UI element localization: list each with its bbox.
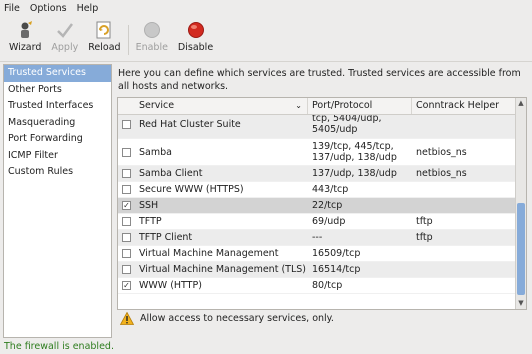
enable-button[interactable]: Enable bbox=[131, 20, 173, 60]
disable-label: Disable bbox=[177, 42, 214, 53]
port-line: 5405/udp bbox=[312, 124, 358, 135]
service-name: Virtual Machine Management (TLS) bbox=[139, 264, 306, 275]
table-header: Service ⌄ Port/Protocol Conntrack Helper bbox=[118, 98, 526, 115]
port-line: 137/udp, 138/udp bbox=[312, 152, 397, 163]
warning-icon bbox=[120, 312, 134, 325]
port-line: 69/udp bbox=[312, 216, 346, 227]
service-checkbox[interactable] bbox=[122, 185, 131, 194]
service-name: Virtual Machine Management bbox=[139, 248, 279, 259]
service-checkbox[interactable] bbox=[122, 217, 131, 226]
service-checkbox[interactable] bbox=[122, 169, 131, 178]
toolbar: Wizard Apply Reload Enable Disable bbox=[0, 16, 532, 62]
disable-button[interactable]: Disable bbox=[173, 20, 218, 60]
service-name: TFTP Client bbox=[139, 232, 193, 243]
column-label-service: Service bbox=[139, 100, 175, 111]
disable-icon bbox=[186, 20, 206, 40]
port-line: 16509/tcp bbox=[312, 248, 361, 259]
sidebar-item-trusted-interfaces[interactable]: Trusted Interfaces bbox=[4, 98, 111, 115]
port-line: 137/udp, 138/udp bbox=[312, 168, 397, 179]
service-checkbox[interactable] bbox=[122, 233, 131, 242]
service-name: Samba bbox=[139, 146, 172, 158]
service-name: SSH bbox=[139, 200, 159, 211]
scrollbar-thumb[interactable] bbox=[517, 203, 525, 295]
main-panel: Here you can define which services are t… bbox=[114, 64, 529, 338]
helper-value: tftp bbox=[416, 232, 433, 243]
table-row[interactable]: Samba Client 137/udp, 138/udp netbios_ns bbox=[118, 166, 526, 182]
port-line: 22/tcp bbox=[312, 200, 343, 211]
sidebar-item-other-ports[interactable]: Other Ports bbox=[4, 82, 111, 99]
sidebar-item-custom-rules[interactable]: Custom Rules bbox=[4, 164, 111, 181]
services-table: Service ⌄ Port/Protocol Conntrack Helper… bbox=[117, 97, 527, 310]
reload-label: Reload bbox=[88, 42, 121, 53]
service-name: TFTP bbox=[139, 216, 162, 227]
sidebar-item-trusted-services[interactable]: Trusted Services bbox=[4, 65, 111, 82]
service-name: Samba Client bbox=[139, 168, 203, 179]
vertical-scrollbar[interactable]: ▲ ▼ bbox=[515, 98, 526, 309]
wizard-label: Wizard bbox=[9, 42, 42, 53]
port-line: --- bbox=[312, 232, 323, 243]
sidebar-item-icmp-filter[interactable]: ICMP Filter bbox=[4, 148, 111, 165]
scroll-down-arrow-icon[interactable]: ▼ bbox=[516, 298, 526, 309]
wizard-icon bbox=[15, 20, 35, 40]
column-header-port[interactable]: Port/Protocol bbox=[308, 98, 412, 114]
service-name: Red Hat Cluster Suite bbox=[139, 118, 241, 130]
sort-chevron-icon: ⌄ bbox=[295, 101, 302, 110]
service-checkbox[interactable] bbox=[122, 119, 131, 129]
helper-value: netbios_ns bbox=[416, 146, 467, 158]
column-header-helper[interactable]: Conntrack Helper bbox=[412, 98, 516, 114]
table-row[interactable]: ✓ WWW (HTTP) 80/tcp bbox=[118, 278, 526, 294]
apply-label: Apply bbox=[51, 42, 79, 53]
checkmark-icon bbox=[55, 20, 75, 40]
service-name: Secure WWW (HTTPS) bbox=[139, 184, 244, 195]
hint-row: Allow access to necessary services, only… bbox=[120, 312, 334, 325]
service-checkbox[interactable] bbox=[122, 249, 131, 258]
sidebar-item-port-forwarding[interactable]: Port Forwarding bbox=[4, 131, 111, 148]
service-checkbox[interactable] bbox=[122, 265, 131, 274]
port-line: tcp, 5404/udp, bbox=[312, 115, 382, 124]
scroll-up-arrow-icon[interactable]: ▲ bbox=[516, 98, 526, 109]
menu-file[interactable]: File bbox=[4, 3, 20, 14]
table-row[interactable]: TFTP Client --- tftp bbox=[118, 230, 526, 246]
service-checkbox[interactable] bbox=[122, 147, 131, 157]
table-row[interactable]: Secure WWW (HTTPS) 443/tcp bbox=[118, 182, 526, 198]
service-checkbox-checked[interactable]: ✓ bbox=[122, 281, 131, 290]
wizard-button[interactable]: Wizard bbox=[4, 20, 46, 60]
table-body: Red Hat Cluster Suite tcp, 5404/udp, 5405… bbox=[118, 115, 526, 309]
table-row[interactable]: Virtual Machine Management 16509/tcp bbox=[118, 246, 526, 262]
hint-text: Allow access to necessary services, only… bbox=[140, 313, 334, 324]
port-line: 139/tcp, 445/tcp, bbox=[312, 141, 394, 152]
enable-label: Enable bbox=[135, 42, 168, 53]
helper-value: tftp bbox=[416, 216, 433, 227]
apply-button[interactable]: Apply bbox=[46, 20, 83, 60]
port-line: 16514/tcp bbox=[312, 264, 361, 275]
description-text: Here you can define which services are t… bbox=[118, 68, 521, 92]
service-name: WWW (HTTP) bbox=[139, 280, 202, 291]
port-line: 80/tcp bbox=[312, 280, 343, 291]
port-line: 443/tcp bbox=[312, 184, 349, 195]
sidebar: Trusted Services Other Ports Trusted Int… bbox=[3, 64, 112, 338]
menu-help[interactable]: Help bbox=[77, 3, 99, 14]
menu-options[interactable]: Options bbox=[30, 3, 67, 14]
column-header-service[interactable]: Service ⌄ bbox=[118, 98, 308, 114]
table-row[interactable]: TFTP 69/udp tftp bbox=[118, 214, 526, 230]
status-bar: The firewall is enabled. bbox=[4, 341, 114, 352]
enable-icon bbox=[142, 20, 162, 40]
table-row[interactable]: Red Hat Cluster Suite tcp, 5404/udp, 5405… bbox=[118, 115, 526, 139]
table-row[interactable]: ✓ SSH 22/tcp bbox=[118, 198, 526, 214]
toolbar-separator bbox=[127, 25, 129, 55]
table-row[interactable]: Virtual Machine Management (TLS) 16514/t… bbox=[118, 262, 526, 278]
service-checkbox-checked[interactable]: ✓ bbox=[122, 201, 131, 210]
reload-button[interactable]: Reload bbox=[83, 20, 125, 60]
menu-bar: File Options Help bbox=[0, 0, 532, 16]
reload-icon bbox=[94, 20, 114, 40]
helper-value: netbios_ns bbox=[416, 168, 467, 179]
sidebar-item-masquerading[interactable]: Masquerading bbox=[4, 115, 111, 132]
table-row[interactable]: Samba 139/tcp, 445/tcp, 137/udp, 138/udp … bbox=[118, 139, 526, 166]
